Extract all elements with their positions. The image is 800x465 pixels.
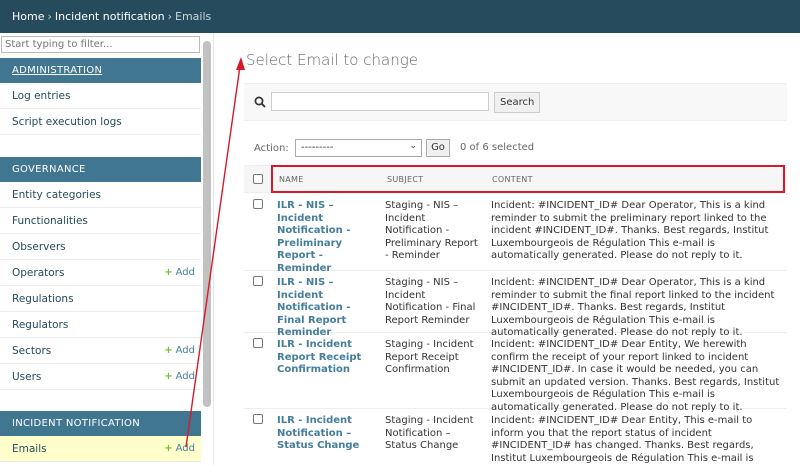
row-checkbox[interactable] <box>253 338 263 348</box>
plus-icon: + <box>164 371 173 382</box>
header-highlight-box <box>271 165 785 193</box>
action-select-value: --------- <box>301 142 334 153</box>
row-checkbox[interactable] <box>253 199 263 209</box>
page-title: Select Email to change <box>246 51 418 69</box>
module-header-governance[interactable]: GOVERNANCE <box>0 157 201 182</box>
selected-count: 0 of 6 selected <box>460 142 535 153</box>
breadcrumb-home[interactable]: Home <box>12 10 44 23</box>
sidebar-item-label[interactable]: Sectors <box>12 345 51 357</box>
module-incident-notification: INCIDENT NOTIFICATION Emails + Add <box>0 411 201 462</box>
row-subject: Staging - NIS – Incident Notification - … <box>385 277 476 326</box>
breadcrumb: Home › Incident notification › Emails <box>0 0 800 33</box>
breadcrumb-current: Emails <box>175 10 212 23</box>
row-name-link[interactable]: ILR - NIS – Incident Notification - Fina… <box>277 277 375 340</box>
sidebar-item-label[interactable]: Log entries <box>12 90 71 102</box>
sidebar-item-regulations[interactable]: Regulations <box>0 286 201 312</box>
breadcrumb-separator: › <box>167 10 173 23</box>
table-row: ILR - Incident Notification – Status Cha… <box>244 409 787 465</box>
sidebar-item-functionalities[interactable]: Functionalities <box>0 208 201 234</box>
sidebar-item-entity-categories[interactable]: Entity categories <box>0 182 201 208</box>
plus-icon: + <box>164 443 173 454</box>
row-name-link[interactable]: ILR - NIS – Incident Notification - Prel… <box>277 200 375 276</box>
sidebar-item-label[interactable]: Functionalities <box>12 215 88 227</box>
row-checkbox[interactable] <box>253 414 263 424</box>
row-content: Incident: #INCIDENT_ID# Dear Entity, Thi… <box>491 415 754 464</box>
table-row: ILR - NIS – Incident Notification - Prel… <box>244 194 787 274</box>
table-row: ILR - Incident Report Receipt Confirmati… <box>244 333 787 413</box>
module-header-incident-notification[interactable]: INCIDENT NOTIFICATION <box>0 411 201 436</box>
module-governance: GOVERNANCE Entity categories Functionali… <box>0 157 201 390</box>
row-subject: Staging - Incident Notification – Status… <box>385 415 474 452</box>
action-label: Action: <box>254 143 289 154</box>
sidebar-item-label[interactable]: Emails <box>12 443 47 455</box>
sidebar-item-regulators[interactable]: Regulators <box>0 312 201 338</box>
row-checkbox[interactable] <box>253 276 263 286</box>
sidebar-item-label[interactable]: Users <box>12 371 41 383</box>
sidebar-item-label[interactable]: Script execution logs <box>12 116 122 128</box>
search-button[interactable]: Search <box>494 92 541 113</box>
add-email-link[interactable]: + Add <box>164 443 195 454</box>
sidebar-item-operators[interactable]: Operators + Add <box>0 260 201 286</box>
sidebar-item-label[interactable]: Regulators <box>12 319 68 331</box>
sidebar-item-users[interactable]: Users + Add <box>0 364 201 390</box>
select-all-checkbox[interactable] <box>253 174 263 184</box>
row-content: Incident: #INCIDENT_ID# Dear Entity, We … <box>491 339 780 413</box>
sidebar-item-log-entries[interactable]: Log entries <box>0 83 201 109</box>
plus-icon: + <box>164 345 173 356</box>
add-user-link[interactable]: + Add <box>164 371 195 382</box>
row-subject: Staging - NIS – Incident Notification - … <box>385 200 478 262</box>
breadcrumb-separator: › <box>47 10 52 23</box>
action-select[interactable]: --------- ⌄ <box>295 139 422 157</box>
sidebar-nav: ADMINISTRATION Log entries Script execut… <box>0 33 214 465</box>
nav-filter-input[interactable] <box>1 36 200 53</box>
chevron-down-icon: ⌄ <box>409 141 417 151</box>
sidebar-item-label[interactable]: Observers <box>12 241 66 253</box>
add-sector-link[interactable]: + Add <box>164 345 195 356</box>
row-name-link[interactable]: ILR - Incident Notification – Status Cha… <box>277 415 375 453</box>
sidebar-item-label[interactable]: Regulations <box>12 293 74 305</box>
sidebar-item-observers[interactable]: Observers <box>0 234 201 260</box>
sidebar-item-sectors[interactable]: Sectors + Add <box>0 338 201 364</box>
row-content: Incident: #INCIDENT_ID# Dear Operator, T… <box>491 200 769 262</box>
row-content: Incident: #INCIDENT_ID# Dear Operator, T… <box>491 277 775 339</box>
actions-bar: Action: --------- ⌄ Go 0 of 6 selected <box>244 133 787 161</box>
add-operator-link[interactable]: + Add <box>164 267 195 278</box>
search-icon <box>254 96 266 108</box>
search-input[interactable] <box>271 92 489 111</box>
sidebar-scrollbar[interactable] <box>203 41 211 407</box>
go-button[interactable]: Go <box>426 139 450 157</box>
sidebar-item-label[interactable]: Operators <box>12 267 64 279</box>
sidebar-item-label[interactable]: Entity categories <box>12 189 101 201</box>
row-name-link[interactable]: ILR - Incident Report Receipt Confirmati… <box>277 339 375 377</box>
module-administration: ADMINISTRATION Log entries Script execut… <box>0 58 201 135</box>
table-row: ILR - NIS – Incident Notification - Fina… <box>244 271 787 338</box>
search-toolbar: Search <box>244 83 787 121</box>
plus-icon: + <box>164 267 173 278</box>
row-subject: Staging - Incident Report Receipt Confir… <box>385 339 474 376</box>
module-header-administration[interactable]: ADMINISTRATION <box>0 58 201 83</box>
sidebar-item-script-execution-logs[interactable]: Script execution logs <box>0 109 201 135</box>
breadcrumb-incident-notification[interactable]: Incident notification <box>55 10 165 23</box>
sidebar-item-emails[interactable]: Emails + Add <box>0 436 201 462</box>
